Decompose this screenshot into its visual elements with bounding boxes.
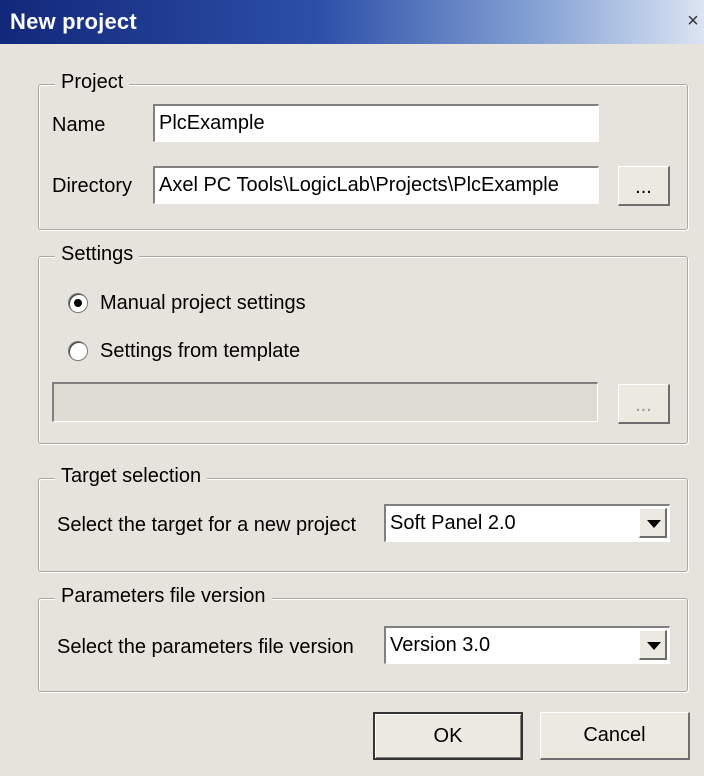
template-path-field xyxy=(52,382,598,422)
project-legend: Project xyxy=(55,71,130,94)
parameters-label: Select the parameters file version xyxy=(57,636,354,658)
parameters-dropdown[interactable]: Version 3.0 xyxy=(384,626,670,664)
chevron-down-icon[interactable] xyxy=(639,508,667,538)
parameters-legend: Parameters file version xyxy=(55,585,272,608)
settings-legend: Settings xyxy=(55,243,140,266)
title-bar[interactable]: New project × xyxy=(0,0,704,44)
directory-label: Directory xyxy=(52,175,133,197)
cancel-button[interactable]: Cancel xyxy=(540,712,690,760)
template-browse-button: ... xyxy=(618,384,670,424)
new-project-dialog: New project × Project Name PlcExample Di… xyxy=(0,0,704,776)
name-label: Name xyxy=(52,114,106,136)
directory-field[interactable]: Axel PC Tools\LogicLab\Projects\PlcExamp… xyxy=(153,166,599,204)
manual-settings-radio[interactable] xyxy=(68,293,88,313)
target-dropdown[interactable]: Soft Panel 2.0 xyxy=(384,504,670,542)
target-label: Select the target for a new project xyxy=(57,514,357,536)
window-title: New project xyxy=(10,9,137,34)
ok-button[interactable]: OK xyxy=(373,712,523,760)
template-settings-radio[interactable] xyxy=(68,341,88,361)
directory-browse-button[interactable]: ... xyxy=(618,166,670,206)
target-legend: Target selection xyxy=(55,465,208,488)
target-selected-value: Soft Panel 2.0 xyxy=(390,512,516,534)
template-settings-label[interactable]: Settings from template xyxy=(100,340,300,363)
radio-selected-dot xyxy=(74,299,82,307)
name-field[interactable]: PlcExample xyxy=(153,104,599,142)
parameters-selected-value: Version 3.0 xyxy=(390,634,491,656)
chevron-down-icon[interactable] xyxy=(639,630,667,660)
manual-settings-label[interactable]: Manual project settings xyxy=(100,292,306,315)
close-icon[interactable]: × xyxy=(682,8,704,34)
